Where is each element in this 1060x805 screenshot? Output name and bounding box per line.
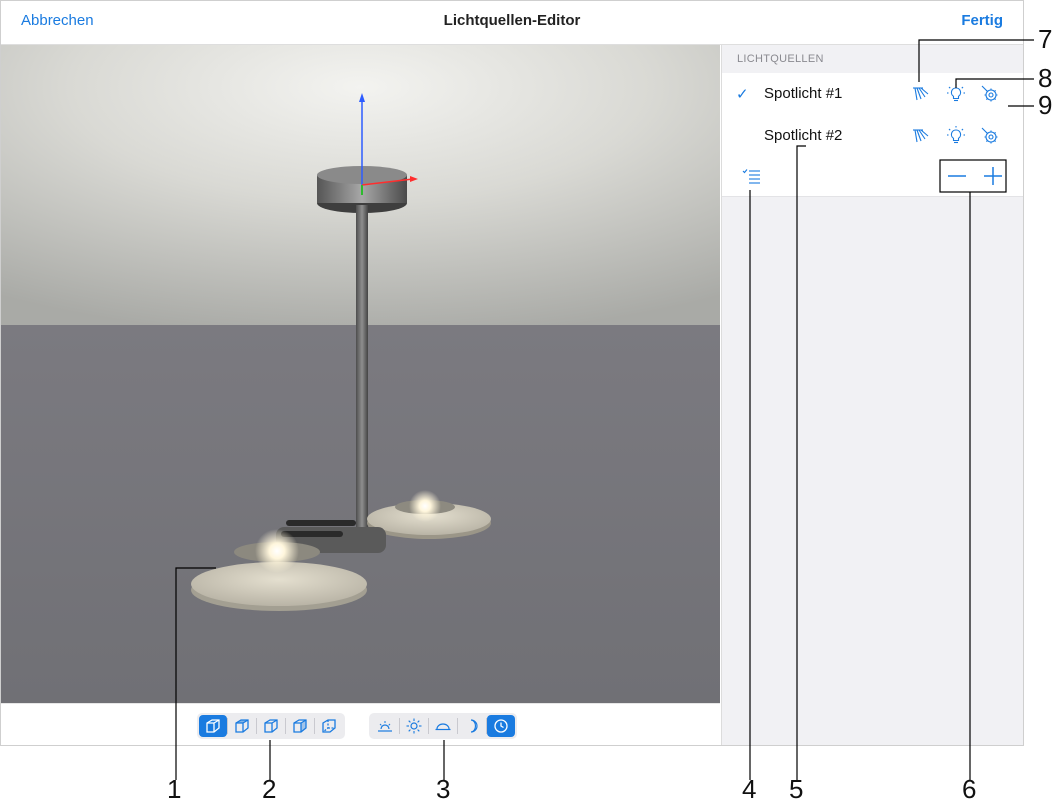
view-mode-selector xyxy=(197,713,345,739)
callout-4: 4 xyxy=(742,774,757,804)
light-name: Spotlicht #1 xyxy=(764,85,843,102)
callout-2: 2 xyxy=(262,774,277,804)
light-source-2 xyxy=(409,490,441,522)
light-rays-icon[interactable] xyxy=(908,124,932,148)
wrench-gear-icon[interactable] xyxy=(978,82,1002,106)
callout-3: 3 xyxy=(436,774,451,804)
callout-1: 1 xyxy=(167,774,182,804)
list-toolbar xyxy=(722,155,1023,197)
callout-5: 5 xyxy=(789,774,804,804)
cube-view-back-icon[interactable] xyxy=(315,715,343,737)
callout-7: 7 xyxy=(1038,24,1053,54)
app-window: Abbrechen Lichtquellen-Editor Fertig LIC… xyxy=(0,0,1024,746)
viewport-toolbar xyxy=(1,703,720,745)
moon-icon[interactable] xyxy=(458,715,486,737)
light-source-1 xyxy=(255,529,299,573)
checkmark-icon: ✓ xyxy=(736,86,749,103)
light-sources-panel: LICHTQUELLEN ✓ Spotlicht #1 Spotlicht #2 xyxy=(721,45,1023,745)
page-title: Lichtquellen-Editor xyxy=(443,12,581,29)
add-light-button[interactable] xyxy=(980,163,1006,189)
bulb-icon[interactable] xyxy=(944,82,968,106)
edit-list-icon[interactable] xyxy=(740,164,764,188)
lighting-mode-selector xyxy=(369,713,517,739)
3d-viewport[interactable] xyxy=(1,45,720,703)
section-header: LICHTQUELLEN xyxy=(737,53,824,65)
wrench-gear-icon[interactable] xyxy=(978,124,1002,148)
callout-6: 6 xyxy=(962,774,977,804)
light-row-2[interactable]: Spotlicht #2 xyxy=(722,115,1023,158)
cube-view-top-icon[interactable] xyxy=(228,715,256,737)
callout-9: 9 xyxy=(1038,90,1053,120)
navigation-bar: Abbrechen Lichtquellen-Editor Fertig xyxy=(1,1,1023,45)
3d-scene xyxy=(1,45,720,703)
light-row-1[interactable]: ✓ Spotlicht #1 xyxy=(722,73,1023,116)
cube-view-side-icon[interactable] xyxy=(257,715,285,737)
light-rays-icon[interactable] xyxy=(908,82,932,106)
clock-icon[interactable] xyxy=(487,715,515,737)
light-name: Spotlicht #2 xyxy=(764,127,843,144)
sunrise-icon[interactable] xyxy=(371,715,399,737)
cube-view-right-icon[interactable] xyxy=(286,715,314,737)
done-button[interactable]: Fertig xyxy=(961,12,1003,29)
pendant-rod xyxy=(356,205,368,535)
cube-view-front-icon[interactable] xyxy=(199,715,227,737)
remove-light-button[interactable] xyxy=(944,163,970,189)
bulb-icon[interactable] xyxy=(944,124,968,148)
dusk-icon[interactable] xyxy=(429,715,457,737)
sun-icon[interactable] xyxy=(400,715,428,737)
